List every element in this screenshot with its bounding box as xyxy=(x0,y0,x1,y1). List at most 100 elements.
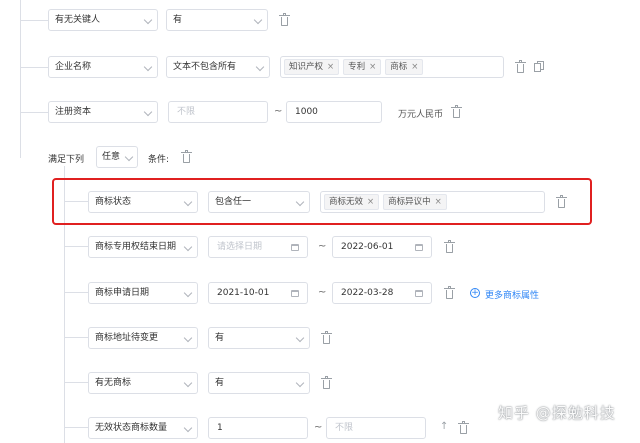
tag-chip[interactable]: 知识产权 × xyxy=(284,59,340,75)
chevron-down-icon xyxy=(183,423,193,433)
capital-max-input[interactable]: 1000 xyxy=(286,101,382,123)
close-icon[interactable]: × xyxy=(411,60,418,74)
plus-circle-icon[interactable]: + xyxy=(470,288,480,298)
capital-min-placeholder: 不限 xyxy=(177,107,196,117)
value-select-has-key-person[interactable]: 有 xyxy=(166,9,268,31)
group-label-prefix: 满足下列 xyxy=(48,155,85,165)
chevron-down-icon xyxy=(143,15,153,25)
field-select-invalid-count[interactable]: 无效状态商标数量 xyxy=(88,417,198,439)
delete-icon[interactable] xyxy=(444,240,455,253)
chevron-down-icon xyxy=(183,378,193,388)
field-select-label: 有无商标 xyxy=(95,378,132,388)
tag-chip[interactable]: 商标无效 × xyxy=(324,194,380,210)
close-icon[interactable]: × xyxy=(367,195,374,209)
tree-branch xyxy=(20,112,48,113)
copy-icon[interactable] xyxy=(534,61,544,73)
tree-branch xyxy=(64,246,88,247)
field-select-has-key-person[interactable]: 有无关键人 xyxy=(48,9,158,31)
field-select-registered-capital[interactable]: 注册资本 xyxy=(48,101,158,123)
tag-input-company-name[interactable]: 知识产权 × 专利 × 商标 × xyxy=(280,56,504,78)
value-select-label: 有 xyxy=(215,333,225,343)
value-select-label: 有 xyxy=(215,378,225,388)
operator-select-label: 包含任一 xyxy=(215,197,252,207)
chevron-down-icon xyxy=(255,62,265,72)
invalid-count-max-input[interactable]: 不限 xyxy=(326,417,426,439)
calendar-icon xyxy=(291,290,299,297)
field-select-label: 注册资本 xyxy=(55,107,92,117)
invalid-count-min-input[interactable]: 1 xyxy=(208,417,308,439)
exclusive-start-date-input[interactable]: 请选择日期 xyxy=(208,236,308,258)
delete-icon[interactable] xyxy=(321,331,332,344)
field-select-exclusive-right-end[interactable]: 商标专用权结束日期 xyxy=(88,236,198,258)
field-select-company-name[interactable]: 企业名称 xyxy=(48,56,158,78)
group-mode-select[interactable]: 任意 xyxy=(96,146,138,168)
tag-label: 专利 xyxy=(348,62,366,72)
chevron-down-icon xyxy=(183,197,193,207)
chevron-down-icon xyxy=(143,62,153,72)
chevron-down-icon xyxy=(183,288,193,298)
delete-icon[interactable] xyxy=(451,105,462,118)
chevron-down-icon xyxy=(295,378,305,388)
chevron-down-icon xyxy=(124,152,134,162)
count-max-placeholder: 不限 xyxy=(335,423,354,433)
tree-line-main xyxy=(20,0,21,158)
delete-icon[interactable] xyxy=(279,13,290,26)
group-mode-label: 任意 xyxy=(102,152,121,162)
arrow-up-icon[interactable]: ↑ xyxy=(440,421,448,432)
capital-unit-label: 万元人民币 xyxy=(398,110,444,120)
delete-icon[interactable] xyxy=(181,150,192,163)
range-separator: ~ xyxy=(274,106,283,117)
date-value: 2021-10-01 xyxy=(217,288,270,298)
field-select-address-pending[interactable]: 商标地址待变更 xyxy=(88,327,198,349)
delete-icon[interactable] xyxy=(515,60,526,73)
delete-icon[interactable] xyxy=(458,421,469,434)
count-min-value: 1 xyxy=(217,423,223,433)
operator-select-trademark-status[interactable]: 包含任一 xyxy=(208,191,310,213)
field-select-label: 商标状态 xyxy=(95,197,132,207)
watermark: 知乎 @探勉科技 xyxy=(498,404,616,422)
tree-branch xyxy=(64,427,88,428)
delete-icon[interactable] xyxy=(556,195,567,208)
group-label-suffix: 条件: xyxy=(148,155,170,165)
value-select-has-trademark[interactable]: 有 xyxy=(208,372,310,394)
tag-chip[interactable]: 商标 × xyxy=(385,59,424,75)
delete-icon[interactable] xyxy=(444,286,455,299)
close-icon[interactable]: × xyxy=(369,60,376,74)
calendar-icon xyxy=(291,244,299,251)
tag-chip[interactable]: 商标异议中 × xyxy=(383,194,447,210)
field-select-label: 企业名称 xyxy=(55,62,92,72)
operator-select-label: 文本不包含所有 xyxy=(173,62,237,72)
tag-label: 商标无效 xyxy=(329,197,364,207)
close-icon[interactable]: × xyxy=(327,60,334,74)
application-end-date-input[interactable]: 2022-03-28 xyxy=(332,282,432,304)
field-select-application-date[interactable]: 商标申请日期 xyxy=(88,282,198,304)
application-start-date-input[interactable]: 2021-10-01 xyxy=(208,282,308,304)
tag-label: 知识产权 xyxy=(289,62,324,72)
field-select-label: 无效状态商标数量 xyxy=(95,423,168,433)
value-select-address-pending[interactable]: 有 xyxy=(208,327,310,349)
range-separator: ~ xyxy=(314,422,323,433)
field-select-trademark-status[interactable]: 商标状态 xyxy=(88,191,198,213)
tag-label: 商标 xyxy=(390,62,408,72)
operator-select-company-name[interactable]: 文本不包含所有 xyxy=(166,56,270,78)
chevron-down-icon xyxy=(253,15,263,25)
tree-branch xyxy=(64,382,88,383)
chevron-down-icon xyxy=(295,197,305,207)
chevron-down-icon xyxy=(143,107,153,117)
tag-input-trademark-status[interactable]: 商标无效 × 商标异议中 × xyxy=(320,191,545,213)
delete-icon[interactable] xyxy=(321,376,332,389)
date-value: 2022-06-01 xyxy=(341,242,394,252)
tree-branch xyxy=(20,20,48,21)
tag-chip[interactable]: 专利 × xyxy=(343,59,382,75)
field-select-has-trademark[interactable]: 有无商标 xyxy=(88,372,198,394)
capital-min-input[interactable]: 不限 xyxy=(168,101,268,123)
chevron-down-icon xyxy=(295,333,305,343)
chevron-down-icon xyxy=(183,333,193,343)
close-icon[interactable]: × xyxy=(435,195,442,209)
exclusive-end-date-input[interactable]: 2022-06-01 xyxy=(332,236,432,258)
tag-label: 商标异议中 xyxy=(388,197,431,207)
field-select-label: 商标申请日期 xyxy=(95,288,150,298)
field-select-label: 商标专用权结束日期 xyxy=(95,242,177,252)
more-attributes-link[interactable]: 更多商标属性 xyxy=(485,288,539,301)
date-value: 2022-03-28 xyxy=(341,288,394,298)
